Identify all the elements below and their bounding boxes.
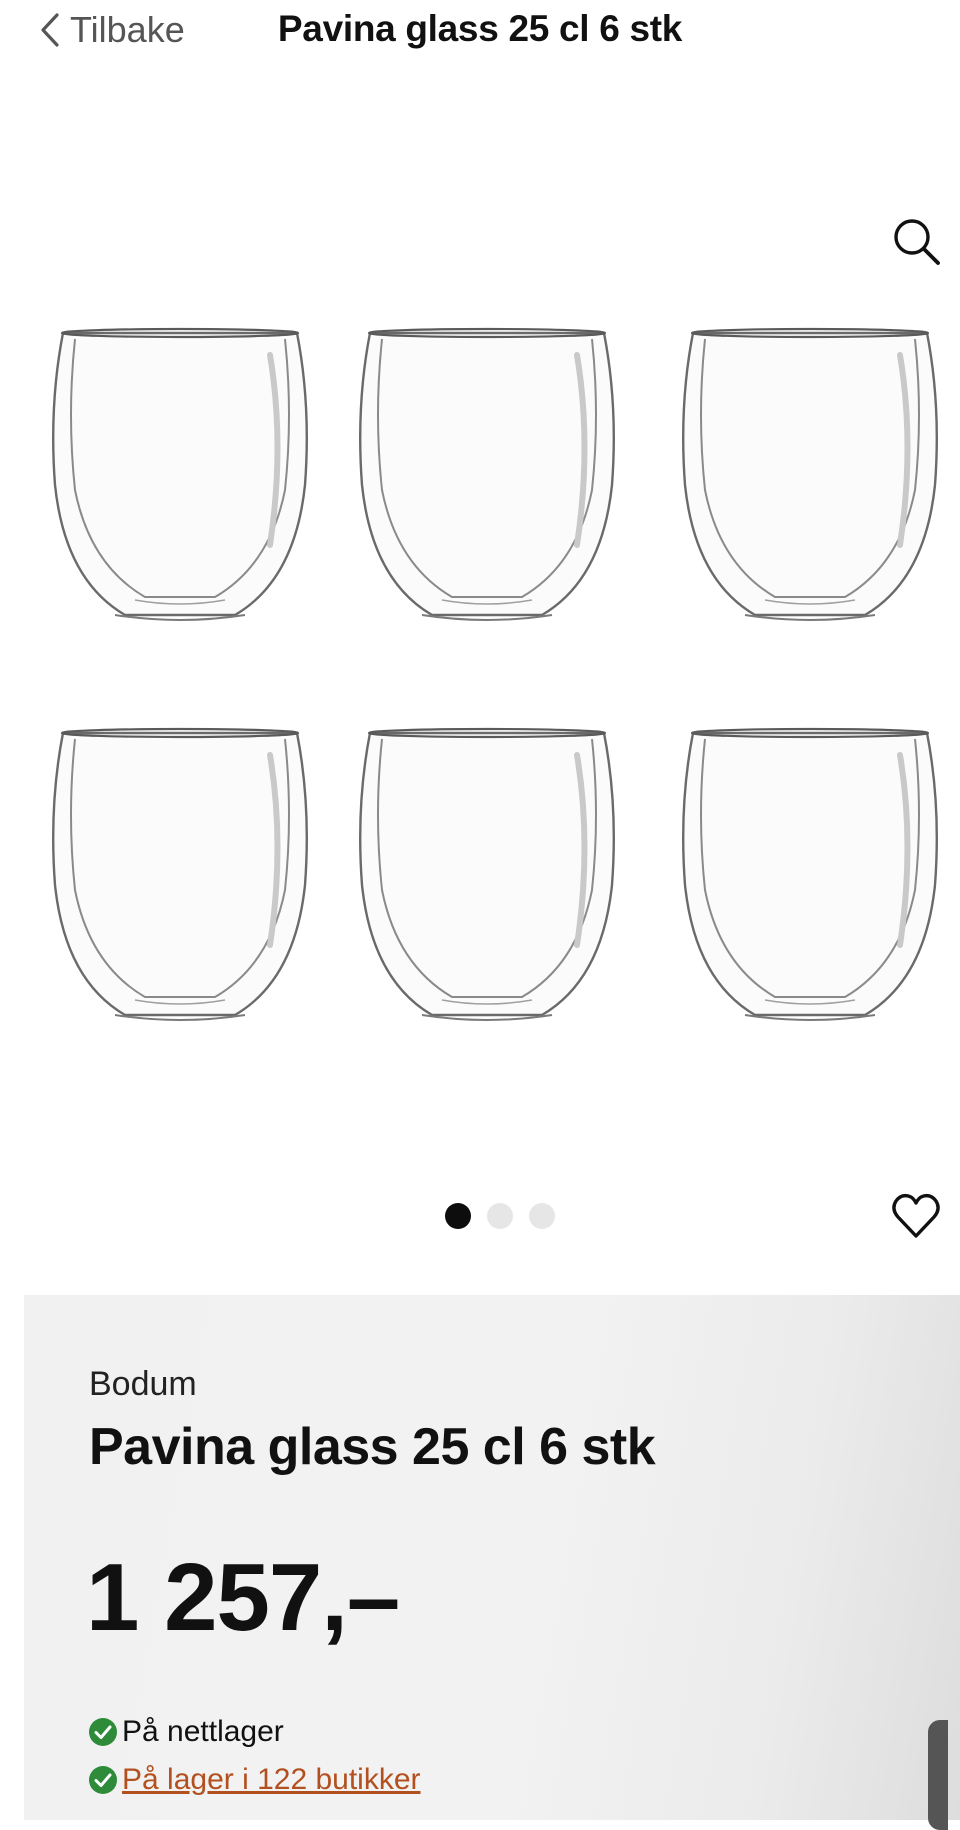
online-stock-label: På nettlager bbox=[122, 1715, 284, 1748]
heart-icon bbox=[892, 1193, 940, 1238]
carousel-dot-2[interactable] bbox=[487, 1203, 513, 1229]
store-stock-link[interactable]: På lager i 122 butikker bbox=[122, 1763, 421, 1797]
side-panel-handle[interactable] bbox=[928, 1720, 948, 1830]
top-bar: Tilbake Pavina glass 25 cl 6 stk bbox=[0, 0, 960, 70]
product-price: 1 257,– bbox=[86, 1544, 400, 1651]
carousel-dot-3[interactable] bbox=[529, 1203, 555, 1229]
glass-image bbox=[675, 325, 945, 625]
check-circle-icon bbox=[89, 1718, 117, 1746]
store-stock-status[interactable]: På lager i 122 butikker bbox=[88, 1763, 421, 1797]
check-circle-icon bbox=[89, 1766, 117, 1794]
search-icon bbox=[894, 219, 940, 265]
online-stock-status: På nettlager bbox=[88, 1715, 284, 1749]
glass-image bbox=[352, 325, 622, 625]
product-title: Pavina glass 25 cl 6 stk bbox=[89, 1418, 656, 1476]
glass-image bbox=[675, 725, 945, 1025]
glass-image bbox=[45, 725, 315, 1025]
product-image-gallery[interactable] bbox=[0, 120, 960, 1260]
carousel-dot-1[interactable] bbox=[445, 1203, 471, 1229]
brand-name[interactable]: Bodum bbox=[89, 1365, 197, 1404]
glass-image bbox=[352, 725, 622, 1025]
page-title: Pavina glass 25 cl 6 stk bbox=[0, 8, 960, 50]
favorite-button[interactable] bbox=[890, 1190, 942, 1242]
carousel-pagination bbox=[445, 1203, 555, 1229]
page-title-text: Pavina glass 25 cl 6 stk bbox=[277, 8, 683, 49]
product-info-panel: Bodum Pavina glass 25 cl 6 stk 1 257,– P… bbox=[24, 1295, 960, 1820]
glass-image bbox=[45, 325, 315, 625]
zoom-button[interactable] bbox=[890, 215, 942, 267]
